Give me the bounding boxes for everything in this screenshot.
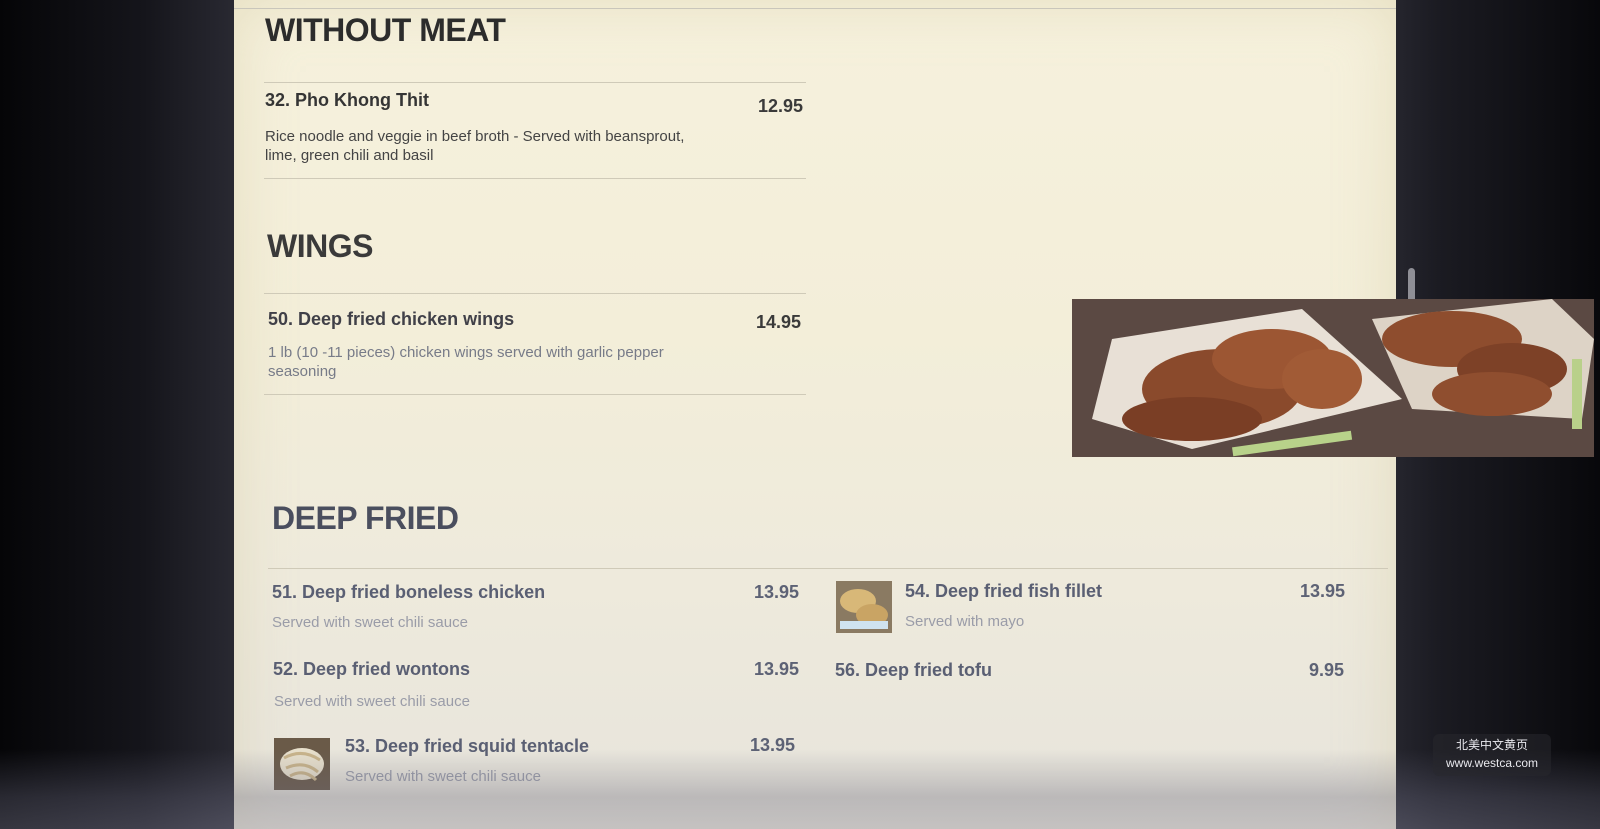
item-name: 32. Pho Khong Thit (265, 90, 429, 110)
watermark: 北美中文黄页 www.westca.com (1433, 734, 1551, 776)
menu-page: WITHOUT MEAT 32. Pho Khong Thit 12.95 Ri… (234, 0, 1594, 829)
monitor-bezel-left (0, 0, 240, 829)
divider (264, 82, 806, 83)
item-description: Served with sweet chili sauce (272, 614, 468, 631)
item-description: Served with sweet chili sauce (274, 693, 470, 710)
item-name: 52. Deep fried wontons (273, 659, 471, 679)
divider (264, 178, 806, 179)
item-name: 54. Deep fried fish fillet (905, 581, 1103, 601)
item-price: 13.95 (754, 582, 800, 602)
section-title-without-meat: WITHOUT MEAT (265, 12, 506, 48)
item-description: Served with mayo (905, 613, 1025, 630)
top-strip (234, 0, 1396, 9)
item-name: 51. Deep fried boneless chicken (272, 582, 546, 602)
fish-fillet-thumbnail (836, 581, 892, 633)
monitor-bezel-bottom (0, 749, 1600, 829)
item-price: 12.95 (758, 96, 804, 116)
item-description: 1 lb (10 -11 pieces) chicken wings serve… (268, 344, 664, 380)
item-price: 13.95 (1300, 581, 1346, 601)
section-title-deep-fried: DEEP FRIED (272, 500, 459, 536)
item-price: 13.95 (754, 659, 800, 679)
section-title-wings: WINGS (267, 228, 373, 264)
item-description: Rice noodle and veggie in beef broth - S… (265, 128, 685, 164)
item-name: 50. Deep fried chicken wings (268, 309, 515, 329)
divider (264, 293, 806, 294)
watermark-line-1: 北美中文黄页 (1455, 738, 1528, 752)
watermark-line-2: www.westca.com (1445, 756, 1539, 770)
divider (264, 394, 806, 395)
item-price: 9.95 (1309, 660, 1345, 680)
item-price: 14.95 (756, 312, 802, 332)
item-name: 56. Deep fried tofu (835, 660, 993, 680)
divider (268, 568, 1388, 569)
chicken-wings-photo (1072, 299, 1594, 457)
